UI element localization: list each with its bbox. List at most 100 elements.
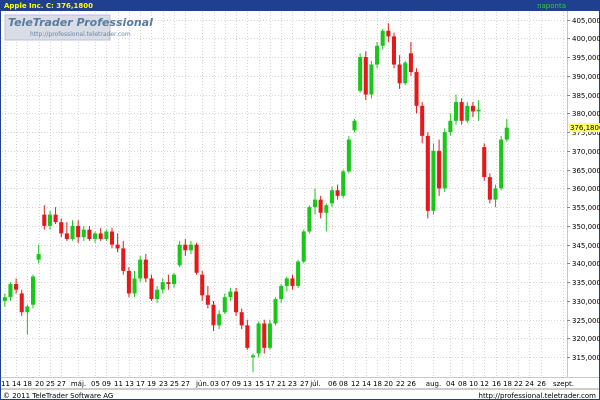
candle-body bbox=[504, 127, 509, 140]
x-tick-label: 08 bbox=[458, 380, 467, 388]
candle-body bbox=[104, 231, 109, 240]
candle-body bbox=[437, 150, 442, 189]
candle-body bbox=[256, 323, 261, 354]
candle-body bbox=[267, 323, 272, 348]
candle-body bbox=[160, 282, 165, 290]
candle-body bbox=[19, 293, 24, 313]
y-tick-label: 345,0000 bbox=[572, 242, 600, 250]
candle-body bbox=[397, 64, 402, 84]
x-tick-label: 23 bbox=[288, 380, 297, 388]
candle-body bbox=[177, 244, 182, 266]
x-tick-label: 06 bbox=[328, 380, 337, 388]
y-tick-label: 385,0000 bbox=[572, 92, 600, 100]
watermark-url: http://professional.teletrader.com bbox=[30, 31, 131, 38]
y-tick-label: 350,0000 bbox=[572, 223, 600, 231]
candle-body bbox=[335, 190, 340, 196]
x-tick-label: 27 bbox=[300, 380, 309, 388]
x-tick-label: 24 bbox=[525, 380, 534, 388]
candle bbox=[138, 255, 143, 283]
candle bbox=[30, 274, 36, 309]
x-tick-label: 11 bbox=[1, 380, 10, 388]
x-tick-label: 13 bbox=[125, 380, 134, 388]
x-tick-label: szept. bbox=[553, 380, 574, 388]
x-tick-label: 19 bbox=[147, 380, 156, 388]
candle-body bbox=[59, 222, 64, 234]
y-tick-label: 335,0000 bbox=[572, 279, 600, 287]
candle-body bbox=[76, 225, 81, 238]
x-tick-label: 05 bbox=[91, 380, 100, 388]
candle-body bbox=[239, 312, 244, 326]
x-tick-label: 11 bbox=[114, 380, 123, 388]
candle-body bbox=[375, 45, 380, 65]
y-tick-label: 370,0000 bbox=[572, 148, 600, 156]
x-tick-label: 25 bbox=[46, 380, 55, 388]
x-tick-label: 09 bbox=[102, 380, 111, 388]
y-tick-label: 390,0000 bbox=[572, 73, 600, 81]
candle-body bbox=[132, 278, 137, 294]
candle-body bbox=[115, 244, 120, 249]
candle-body bbox=[155, 289, 160, 300]
candle-body bbox=[121, 248, 126, 271]
candle-body bbox=[448, 120, 453, 133]
interval-label: naponta bbox=[537, 2, 566, 10]
watermark-title: TeleTrader Professional bbox=[8, 16, 153, 29]
y-tick-label: 340,0000 bbox=[572, 260, 600, 268]
candle-body bbox=[386, 30, 391, 37]
candle-body bbox=[369, 64, 374, 95]
candle-body bbox=[312, 199, 318, 208]
candle bbox=[403, 60, 408, 86]
candle-body bbox=[53, 214, 58, 223]
candle-body bbox=[470, 105, 475, 112]
last-price-marker: 376,1800 bbox=[569, 123, 600, 133]
candle-body bbox=[273, 299, 278, 324]
candle-body bbox=[408, 53, 413, 73]
x-tick-label: 13 bbox=[243, 380, 252, 388]
candle-body bbox=[487, 177, 492, 200]
candle-body bbox=[482, 147, 487, 178]
candle bbox=[369, 60, 374, 99]
candle-body bbox=[42, 214, 47, 226]
x-tick-label: 26 bbox=[407, 380, 416, 388]
candle bbox=[234, 287, 239, 316]
x-tick-label: 15 bbox=[255, 380, 264, 388]
candle-body bbox=[143, 259, 148, 279]
candle-body bbox=[358, 57, 363, 91]
x-tick-label: 16 bbox=[492, 380, 501, 388]
candle bbox=[301, 229, 306, 264]
candle-body bbox=[324, 205, 329, 213]
candle-body bbox=[183, 244, 188, 251]
candle-body bbox=[70, 225, 75, 240]
candle-body bbox=[205, 295, 210, 305]
candle bbox=[346, 135, 351, 174]
x-tick-label: 09 bbox=[232, 380, 241, 388]
candle-body bbox=[352, 120, 357, 131]
candle bbox=[126, 267, 131, 298]
candle-body bbox=[363, 57, 368, 95]
x-tick-label: 20 bbox=[384, 380, 393, 388]
y-tick-label: 405,0000 bbox=[572, 17, 600, 25]
candle bbox=[487, 173, 492, 204]
candle-body bbox=[200, 274, 205, 296]
x-tick-label: máj. bbox=[71, 380, 86, 388]
candle-body bbox=[250, 355, 256, 358]
candle-body bbox=[47, 214, 52, 226]
candle-body bbox=[493, 188, 498, 200]
y-tick-label: 395,0000 bbox=[572, 54, 600, 62]
candle bbox=[177, 240, 182, 268]
x-tick-label: 26 bbox=[537, 380, 546, 388]
x-tick-label: 17 bbox=[136, 380, 145, 388]
candle-body bbox=[391, 36, 397, 65]
candle-body bbox=[64, 233, 69, 240]
candle bbox=[391, 32, 397, 69]
candle-body bbox=[8, 284, 13, 298]
candle-body bbox=[25, 306, 30, 313]
candle bbox=[459, 98, 464, 125]
candle-body bbox=[301, 231, 306, 262]
candle-body bbox=[403, 62, 408, 84]
candle bbox=[296, 259, 301, 288]
candle bbox=[341, 169, 346, 198]
candle-body bbox=[222, 297, 227, 313]
x-tick-label: 25 bbox=[170, 380, 179, 388]
candle-body bbox=[307, 207, 312, 232]
y-tick-label: 400,0000 bbox=[572, 35, 600, 43]
